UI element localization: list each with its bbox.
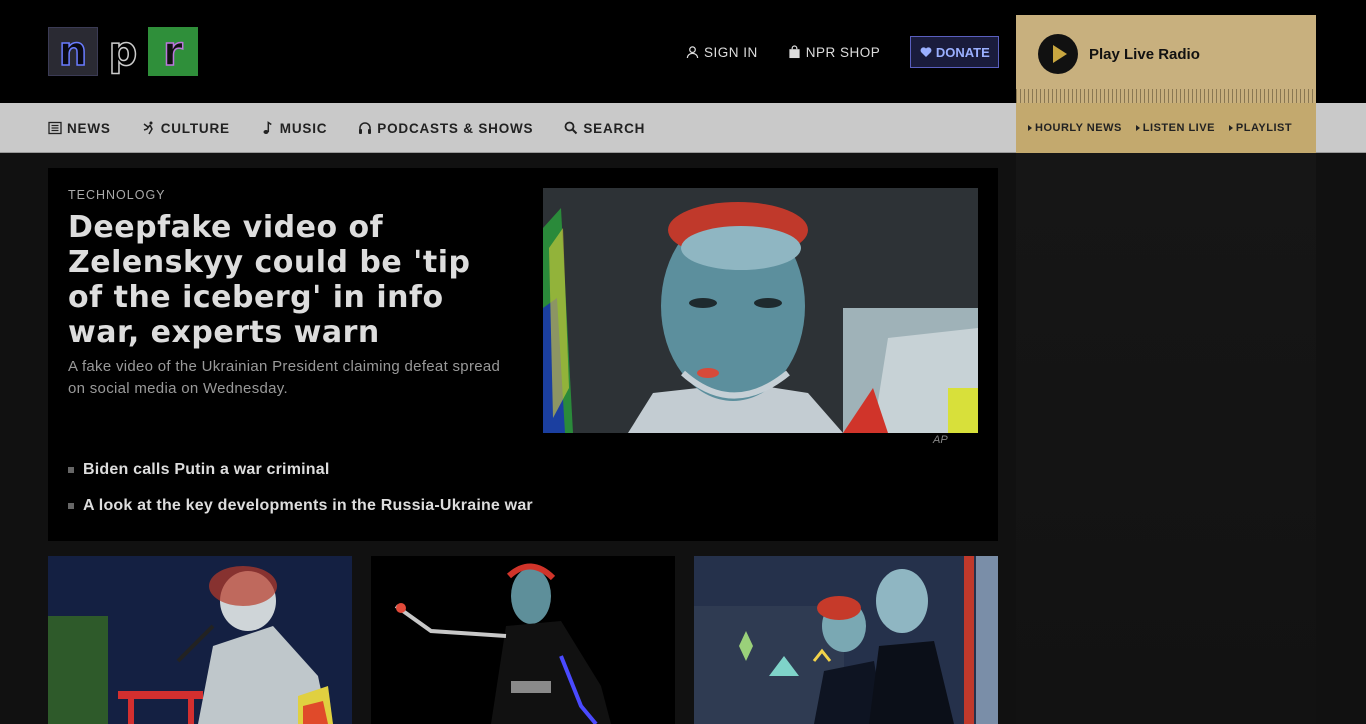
story-headline[interactable]: Deepfake video of Zelenskyy could be 'ti…: [68, 210, 508, 350]
user-icon: [686, 46, 699, 59]
nav-podcasts-label: PODCASTS & SHOWS: [377, 120, 534, 136]
donate-label: DONATE: [935, 44, 990, 60]
news-icon: [48, 121, 62, 135]
audio-wave-decoration: [1016, 89, 1316, 103]
story-card-2[interactable]: [371, 556, 675, 724]
nav-music-label: MUSIC: [279, 120, 328, 136]
caret-right-icon: [1228, 125, 1233, 131]
npr-logo[interactable]: n p r: [48, 27, 198, 76]
related-story-title: Biden calls Putin a war criminal: [83, 461, 330, 478]
story-image-art: [543, 188, 978, 433]
nav-item-culture[interactable]: CULTURE: [142, 121, 230, 136]
story-card-3[interactable]: [694, 556, 998, 724]
shop-link[interactable]: NPR SHOP: [788, 45, 881, 60]
sidebar-ad: [1016, 153, 1316, 724]
speakers-photo: [694, 556, 998, 724]
music-note-icon: [263, 121, 272, 134]
related-stories: Biden calls Putin a war criminal A look …: [68, 461, 533, 533]
story-slug[interactable]: TECHNOLOGY: [68, 188, 166, 202]
listen-live-label: LISTEN LIVE: [1142, 122, 1215, 134]
nav-news-label: NEWS: [67, 120, 111, 136]
nav-item-music[interactable]: MUSIC: [261, 121, 328, 136]
listen-live-link[interactable]: LISTEN LIVE: [1135, 122, 1215, 134]
play-icon: [1053, 45, 1067, 63]
story-image[interactable]: [543, 188, 978, 433]
search-icon: [564, 121, 578, 135]
caret-right-icon: [1135, 125, 1140, 131]
featured-story: TECHNOLOGY Deepfake video of Zelenskyy c…: [48, 168, 998, 541]
nav-culture-label: CULTURE: [160, 120, 230, 136]
story-teaser: A fake video of the Ukrainian President …: [68, 358, 501, 397]
related-story[interactable]: A look at the key developments in the Ru…: [68, 497, 533, 515]
logo-letter-n: n: [48, 27, 98, 76]
logo-letter-p: p: [98, 27, 148, 76]
sign-in-link[interactable]: SIGN IN: [686, 45, 758, 60]
bullet-square: [68, 503, 74, 509]
nav-item-search[interactable]: SEARCH: [564, 121, 645, 136]
player-title[interactable]: Play Live Radio: [1089, 46, 1200, 63]
playlist-link[interactable]: PLAYLIST: [1228, 122, 1293, 134]
bullet-square: [68, 467, 74, 473]
play-button[interactable]: [1038, 34, 1078, 74]
logo-letter-r: r: [148, 27, 198, 76]
nav-item-podcasts[interactable]: PODCASTS & SHOWS: [358, 121, 533, 136]
image-credit: AP: [933, 434, 948, 446]
hourly-news-label: HOURLY NEWS: [1035, 122, 1122, 134]
shopping-bag-icon: [789, 45, 800, 59]
hourly-news-link[interactable]: HOURLY NEWS: [1028, 122, 1122, 134]
donate-button[interactable]: DONATE: [910, 36, 1000, 68]
player-links: HOURLY NEWS LISTEN LIVE PLAYLIST: [1016, 103, 1316, 153]
related-story-title: A look at the key developments in the Ru…: [83, 497, 533, 514]
nav-item-news[interactable]: NEWS: [48, 121, 111, 136]
caret-right-icon: [1028, 125, 1032, 131]
culture-icon: [143, 121, 153, 135]
nav-search-label: SEARCH: [583, 120, 646, 136]
related-story[interactable]: Biden calls Putin a war criminal: [68, 461, 533, 479]
story-card-1[interactable]: [48, 556, 352, 724]
heart-icon: [920, 47, 932, 57]
performer-photo: [48, 556, 352, 724]
utility-links: SIGN IN NPR SHOP DONATE: [686, 36, 1000, 68]
live-radio-player: Play Live Radio HOURLY NEWS LISTEN LIVE …: [1016, 15, 1316, 153]
playlist-label: PLAYLIST: [1235, 122, 1293, 134]
stage-photo: [371, 556, 675, 724]
sign-in-label: SIGN IN: [704, 44, 758, 60]
headphones-icon: [359, 122, 372, 134]
shop-label: NPR SHOP: [805, 44, 881, 60]
